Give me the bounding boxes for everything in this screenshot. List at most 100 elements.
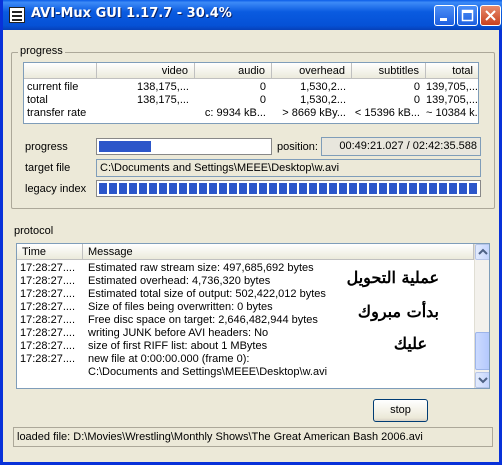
legacy-index-segment [429,183,437,194]
scroll-thumb[interactable] [475,332,489,370]
column-header-subtitles[interactable]: subtitles [352,63,426,79]
progress-bar-fill [99,141,151,152]
progress-grid: video audio overhead subtitles total cur… [23,62,479,124]
row-label: current file [27,81,79,93]
cell-subtitles: 0 [413,81,420,93]
log-time: 17:28:27.... [20,327,76,339]
legacy-index-segment [409,183,417,194]
table-row: total 138,175,... 0 1,530,2... 0 139,705… [24,94,478,107]
log-time: 17:28:27.... [20,288,76,300]
arabic-overlay-line-2: بدأت مبروك [357,302,439,321]
cell-audio: 0 [259,81,266,93]
legacy-index-segment [199,183,207,194]
cell-audio: 0 [259,94,266,106]
table-row: current file 138,175,... 0 1,530,2... 0 … [24,81,478,94]
legacy-index-segment [329,183,337,194]
legacy-index-segment [239,183,247,194]
cell-video: 138,175,... [137,94,189,106]
log-message: Estimated raw stream size: 497,685,692 b… [88,262,314,274]
close-icon [485,10,496,21]
legacy-index-segment [309,183,317,194]
legacy-index-segment [159,183,167,194]
legacy-index-segment [109,183,117,194]
column-header-video[interactable]: video [97,63,195,79]
log-message: Free disc space on target: 2,646,482,944… [88,314,318,326]
stop-button[interactable]: stop [373,399,428,422]
log-message: new file at 0:00:00.000 (frame 0): [88,353,250,365]
arabic-overlay-line-1: عملية التحويل [346,268,439,287]
scroll-up-icon [478,248,488,255]
position-field: 00:49:21.027 / 02:42:35.588 [321,137,481,156]
scroll-down-button[interactable] [475,372,489,388]
legacy-index-segment [99,183,107,194]
maximize-button[interactable] [457,5,478,26]
legacy-index-segment [279,183,287,194]
legacy-index-segment [379,183,387,194]
cell-total: 139,705,... [426,81,478,93]
legacy-index-segment [229,183,237,194]
progress-group-label: progress [18,45,65,57]
legacy-index-segment [339,183,347,194]
minimize-icon [440,18,447,21]
legacy-index-segment [319,183,327,194]
progress-label: progress [25,141,68,153]
log-message: size of first RIFF list: about 1 MBytes [88,340,268,352]
arabic-overlay-line-3: عليك [393,334,427,353]
log-message: Estimated overhead: 4,736,320 bytes [88,275,271,287]
cell-total: 139,705,... [426,94,478,106]
position-label: position: [277,141,318,153]
close-button[interactable] [480,5,501,26]
legacy-index-segment [299,183,307,194]
legacy-index-segment [459,183,467,194]
app-window: AVI-Mux GUI 1.17.7 - 30.4% progress vide… [0,0,502,465]
legacy-index-segment [249,183,257,194]
legacy-index-label: legacy index [25,183,87,195]
legacy-index-segment [369,183,377,194]
legacy-index-segment [399,183,407,194]
protocol-log[interactable]: Time Message 17:28:27.... Estimated raw s… [16,243,490,389]
column-header-overhead[interactable]: overhead [272,63,352,79]
cell-overhead: 1,530,2... [300,81,346,93]
scroll-up-button[interactable] [475,244,489,260]
log-time: 17:28:27.... [20,275,76,287]
legacy-index-segment [359,183,367,194]
cell-overhead: > 8669 kBy... [282,107,346,119]
legacy-index-segment [129,183,137,194]
log-time: 17:28:27.... [20,340,76,352]
legacy-index-segment [169,183,177,194]
legacy-index-segment [189,183,197,194]
log-time: 17:28:27.... [20,262,76,274]
legacy-index-segment [419,183,427,194]
target-file-field[interactable]: C:\Documents and Settings\MEEE\Desktop\w… [96,159,481,177]
legacy-index-segment [209,183,217,194]
log-message: Size of files being overwritten: 0 bytes [88,301,273,313]
legacy-index-bar [96,180,481,197]
cell-video: 138,175,... [137,81,189,93]
vertical-scrollbar[interactable] [474,244,489,388]
cell-overhead: 1,530,2... [300,94,346,106]
title-bar[interactable]: AVI-Mux GUI 1.17.7 - 30.4% [3,0,502,30]
column-header-label[interactable] [24,63,97,79]
legacy-index-segment [439,183,447,194]
column-header-audio[interactable]: audio [195,63,272,79]
legacy-index-segment [179,183,187,194]
legacy-index-segment [269,183,277,194]
legacy-index-segment [349,183,357,194]
legacy-index-segment [469,183,477,194]
progress-grid-header: video audio overhead subtitles total [24,63,478,80]
column-header-message[interactable]: Message [83,244,474,260]
column-header-time[interactable]: Time [17,244,83,260]
maximize-icon [461,9,474,22]
target-file-label: target file [25,162,71,174]
column-header-total[interactable]: total [426,63,478,79]
cell-subtitles: < 15396 kB... [354,107,420,119]
minimize-button[interactable] [434,5,455,26]
legacy-index-segment [449,183,457,194]
log-time: 17:28:27.... [20,353,76,365]
legacy-index-segment [259,183,267,194]
log-time: 17:28:27.... [20,301,76,313]
protocol-header: Time Message [17,244,474,260]
log-message: C:\Documents and Settings\MEEE\Desktop\w… [88,366,328,378]
legacy-index-segment [219,183,227,194]
app-icon[interactable] [9,7,25,23]
